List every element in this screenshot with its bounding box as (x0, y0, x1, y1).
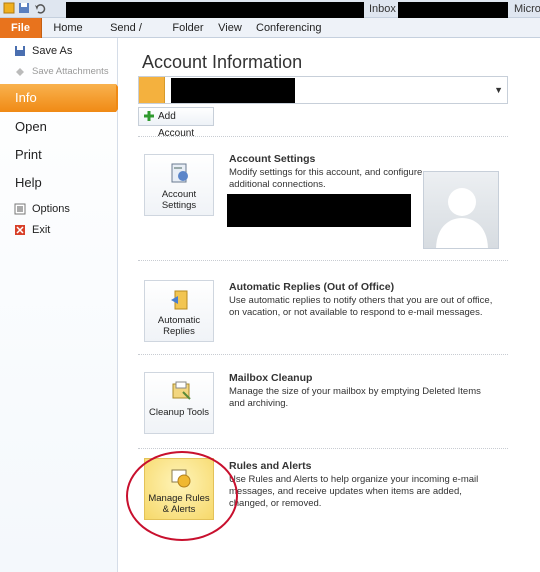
automatic-replies-title: Automatic Replies (Out of Office) (229, 281, 395, 293)
nav-open[interactable]: Open (0, 113, 118, 141)
section-divider (138, 448, 508, 449)
section-divider (138, 136, 508, 137)
account-settings-icon (171, 163, 188, 183)
automatic-replies-desc: Use automatic replies to notify others t… (229, 295, 493, 318)
exit-label: Exit (32, 224, 51, 236)
redacted-account-name (171, 78, 295, 103)
annotation-circle (126, 451, 238, 541)
save-attachments-item[interactable]: Save Attachments (0, 61, 118, 83)
section-divider (138, 260, 508, 261)
chevron-down-icon[interactable]: ▼ (494, 85, 503, 95)
save-attachments-icon (16, 68, 24, 76)
rules-alerts-title: Rules and Alerts (229, 460, 312, 472)
nav-help[interactable]: Help (0, 169, 118, 197)
options-icon (14, 203, 26, 215)
account-selector[interactable]: ▼ (138, 76, 508, 104)
save-attachments-label: Save Attachments (32, 66, 109, 77)
account-settings-desc: Modify settings for this account, and co… (229, 167, 423, 190)
backstage-nav: Save As Save Attachments Info Open Print… (0, 38, 126, 572)
automatic-replies-icon (171, 290, 188, 310)
save-as-item[interactable]: Save As (0, 40, 118, 62)
redacted-settings-info (227, 194, 411, 227)
cleanup-tools-icon (172, 381, 191, 400)
nav-print[interactable]: Print (0, 141, 118, 169)
account-info-panel: Account Information ▼ Add Account Accoun… (118, 38, 540, 572)
redacted-block (398, 2, 508, 18)
mailbox-cleanup-desc: Manage the size of your mailbox by empty… (229, 386, 481, 409)
save-as-label: Save As (32, 45, 73, 57)
nav-info[interactable]: Info (0, 84, 126, 112)
automatic-replies-button-label: Automatic Replies (157, 315, 201, 337)
section-divider (138, 354, 508, 355)
mailbox-cleanup-title: Mailbox Cleanup (229, 372, 313, 384)
save-icon[interactable] (18, 2, 30, 14)
plus-icon (144, 111, 154, 121)
mailbox-cleanup-section: Cleanup Tools Mailbox Cleanup Manage the… (138, 366, 508, 446)
tab-conferencing[interactable]: Conferencing (256, 18, 321, 38)
tab-file[interactable]: File (0, 18, 42, 38)
exit-icon (15, 225, 25, 235)
nav-info-label: Info (15, 90, 37, 105)
save-as-icon (15, 46, 25, 56)
redacted-block (66, 2, 364, 18)
nav-open-label: Open (15, 119, 47, 134)
ribbon-tab-bar: File Home Send / Receive Folder View Con… (0, 18, 540, 54)
page-title: Account Information (142, 52, 303, 72)
undo-icon[interactable] (34, 2, 46, 14)
exit-item[interactable]: Exit (0, 219, 118, 241)
add-account-label: Add Account (158, 111, 195, 139)
rules-alerts-desc: Use Rules and Alerts to help organize yo… (229, 474, 479, 509)
nav-help-label: Help (15, 175, 42, 190)
nav-print-label: Print (15, 147, 42, 162)
options-label: Options (32, 203, 70, 215)
tab-send-receive[interactable]: Send / Receive (94, 18, 158, 54)
automatic-replies-button[interactable]: Automatic Replies (144, 280, 214, 342)
account-settings-title: Account Settings (229, 153, 316, 165)
cleanup-tools-button[interactable]: Cleanup Tools (144, 372, 214, 434)
title-bar: Inbox - Micros (0, 0, 540, 18)
automatic-replies-section: Automatic Replies Automatic Replies (Out… (138, 274, 508, 354)
window-title-suffix: Micros (514, 3, 540, 15)
account-type-icon (139, 77, 165, 103)
tab-view[interactable]: View (216, 18, 244, 38)
avatar[interactable] (423, 171, 499, 249)
tab-home[interactable]: Home (52, 18, 84, 38)
outlook-app-icon (3, 2, 15, 14)
account-settings-button-label: Account Settings (161, 189, 197, 211)
user-silhouette-icon (436, 188, 488, 248)
cleanup-tools-button-label: Cleanup Tools (148, 407, 210, 418)
options-item[interactable]: Options (0, 198, 118, 220)
account-settings-button[interactable]: Account Settings (144, 154, 214, 216)
tab-folder[interactable]: Folder (168, 18, 208, 38)
add-account-button[interactable]: Add Account (138, 107, 214, 139)
